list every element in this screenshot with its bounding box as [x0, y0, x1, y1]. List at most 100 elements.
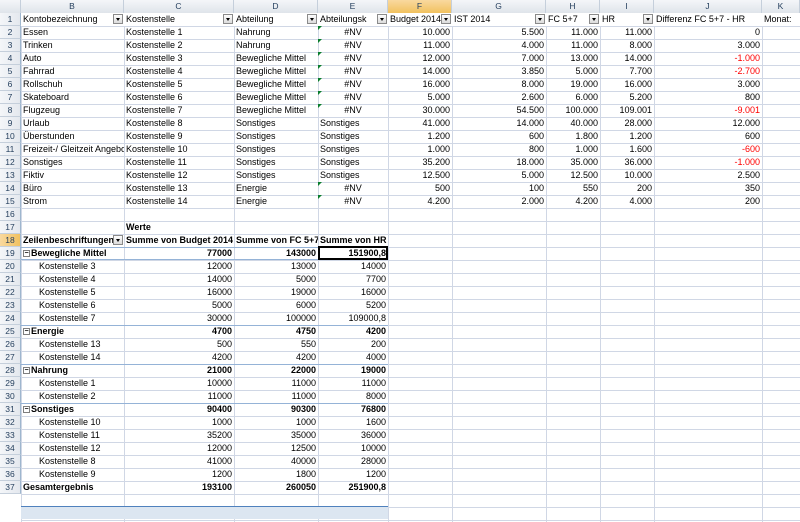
table-cell[interactable]: Sonstiges — [234, 156, 318, 169]
pivot-group-value[interactable]: 4200 — [318, 325, 388, 338]
table-header-cell[interactable]: Budget 2014 — [388, 13, 452, 26]
pivot-item-value[interactable]: 1000 — [234, 416, 318, 429]
pivot-item-label[interactable]: Kostenstelle 3 — [21, 260, 124, 273]
row-header-17[interactable]: 17 — [0, 221, 21, 234]
filter-dropdown-icon[interactable] — [377, 14, 387, 24]
table-cell[interactable]: 14.000 — [452, 117, 546, 130]
table-cell[interactable]: 600 — [654, 130, 762, 143]
pivot-item-value[interactable]: 1000 — [124, 416, 234, 429]
table-cell[interactable]: Fiktiv — [21, 169, 124, 182]
filter-dropdown-icon[interactable] — [223, 14, 233, 24]
table-cell[interactable]: Kostenstelle 5 — [124, 78, 234, 91]
table-cell[interactable]: 35.200 — [388, 156, 452, 169]
row-header-27[interactable]: 27 — [0, 351, 21, 364]
table-cell[interactable]: 8.000 — [600, 39, 654, 52]
table-cell[interactable]: 18.000 — [452, 156, 546, 169]
column-header-c[interactable]: C — [124, 0, 234, 13]
table-cell[interactable]: Kostenstelle 1 — [124, 26, 234, 39]
pivot-item-value[interactable]: 35200 — [124, 429, 234, 442]
collapse-minus-icon[interactable]: − — [23, 250, 30, 258]
pivot-item-value[interactable]: 40000 — [234, 455, 318, 468]
table-cell[interactable]: 100.000 — [546, 104, 600, 117]
table-header-cell[interactable]: FC 5+7 — [546, 13, 600, 26]
row-header-21[interactable]: 21 — [0, 273, 21, 286]
table-cell[interactable]: 16.000 — [388, 78, 452, 91]
pivot-item-value[interactable]: 550 — [234, 338, 318, 351]
row-header-10[interactable]: 10 — [0, 130, 21, 143]
table-cell[interactable]: Urlaub — [21, 117, 124, 130]
row-header-15[interactable]: 15 — [0, 195, 21, 208]
row-header-26[interactable]: 26 — [0, 338, 21, 351]
table-cell[interactable]: Bewegliche Mittel — [234, 91, 318, 104]
row-header-6[interactable]: 6 — [0, 78, 21, 91]
collapse-minus-icon[interactable]: − — [23, 367, 30, 375]
table-cell[interactable]: 5.000 — [546, 65, 600, 78]
row-header-32[interactable]: 32 — [0, 416, 21, 429]
table-cell[interactable]: 3.000 — [654, 39, 762, 52]
abteilungskuerzel-cell[interactable]: #NV — [318, 26, 388, 39]
table-cell[interactable]: Kostenstelle 12 — [124, 169, 234, 182]
pivot-item-value[interactable]: 1600 — [318, 416, 388, 429]
table-cell[interactable]: 16.000 — [600, 78, 654, 91]
table-cell[interactable]: 14.000 — [600, 52, 654, 65]
table-cell[interactable]: Kostenstelle 10 — [124, 143, 234, 156]
table-cell[interactable]: -9.001 — [654, 104, 762, 117]
table-cell[interactable]: Bewegliche Mittel — [234, 52, 318, 65]
abteilungskuerzel-cell[interactable]: Sonstiges — [318, 117, 388, 130]
pivot-item-value[interactable]: 4200 — [234, 351, 318, 364]
row-header-31[interactable]: 31 — [0, 403, 21, 416]
row-header-4[interactable]: 4 — [0, 52, 21, 65]
table-cell[interactable]: 2.500 — [654, 169, 762, 182]
table-cell[interactable]: 7.000 — [452, 52, 546, 65]
abteilungskuerzel-cell[interactable]: #NV — [318, 182, 388, 195]
table-cell[interactable]: 14.000 — [388, 65, 452, 78]
table-cell[interactable]: -1.000 — [654, 52, 762, 65]
table-cell[interactable]: 550 — [546, 182, 600, 195]
abteilungskuerzel-cell[interactable]: #NV — [318, 104, 388, 117]
active-cell-selection[interactable] — [318, 246, 388, 260]
pivot-item-label[interactable]: Kostenstelle 11 — [21, 429, 124, 442]
table-cell[interactable]: 500 — [388, 182, 452, 195]
abteilungskuerzel-cell[interactable]: #NV — [318, 65, 388, 78]
pivot-group-value[interactable]: 4700 — [124, 325, 234, 338]
abteilungskuerzel-cell[interactable]: Sonstiges — [318, 169, 388, 182]
table-cell[interactable]: 5.000 — [452, 169, 546, 182]
table-cell[interactable]: Kostenstelle 2 — [124, 39, 234, 52]
table-cell[interactable]: 4.000 — [452, 39, 546, 52]
table-cell[interactable]: 100 — [452, 182, 546, 195]
row-header-12[interactable]: 12 — [0, 156, 21, 169]
row-header-37[interactable]: 37 — [0, 481, 21, 494]
table-cell[interactable]: Nahrung — [234, 39, 318, 52]
pivot-group-value[interactable]: 76800 — [318, 403, 388, 416]
table-cell[interactable]: 11.000 — [388, 39, 452, 52]
pivot-item-value[interactable]: 10000 — [124, 377, 234, 390]
pivot-item-value[interactable]: 1800 — [234, 468, 318, 481]
pivot-group-label[interactable]: − Sonstiges — [21, 403, 124, 416]
pivot-item-value[interactable]: 14000 — [318, 260, 388, 273]
pivot-group-label[interactable]: − Energie — [21, 325, 124, 338]
table-cell[interactable]: Skateboard — [21, 91, 124, 104]
filter-dropdown-icon[interactable] — [307, 14, 317, 24]
table-cell[interactable]: Essen — [21, 26, 124, 39]
pivot-item-value[interactable]: 11000 — [234, 390, 318, 403]
table-cell[interactable]: 10.000 — [600, 169, 654, 182]
pivot-group-value[interactable]: 143000 — [234, 247, 318, 260]
table-cell[interactable]: 12.500 — [388, 169, 452, 182]
table-cell[interactable]: 12.000 — [654, 117, 762, 130]
table-cell[interactable]: 350 — [654, 182, 762, 195]
table-header-cell[interactable]: Differenz FC 5+7 - HR — [654, 13, 762, 26]
table-cell[interactable]: 1.600 — [600, 143, 654, 156]
pivot-item-label[interactable]: Kostenstelle 4 — [21, 273, 124, 286]
row-header-18[interactable]: 18 — [0, 234, 21, 247]
row-header-9[interactable]: 9 — [0, 117, 21, 130]
pivot-item-label[interactable]: Kostenstelle 7 — [21, 312, 124, 325]
table-cell[interactable]: Kostenstelle 14 — [124, 195, 234, 208]
table-cell[interactable]: 10.000 — [388, 26, 452, 39]
abteilungskuerzel-cell[interactable]: Sonstiges — [318, 143, 388, 156]
row-header-5[interactable]: 5 — [0, 65, 21, 78]
abteilungskuerzel-cell[interactable]: #NV — [318, 39, 388, 52]
table-cell[interactable]: 2.000 — [452, 195, 546, 208]
table-cell[interactable]: Kostenstelle 11 — [124, 156, 234, 169]
table-cell[interactable]: 600 — [452, 130, 546, 143]
pivot-item-value[interactable]: 35000 — [234, 429, 318, 442]
